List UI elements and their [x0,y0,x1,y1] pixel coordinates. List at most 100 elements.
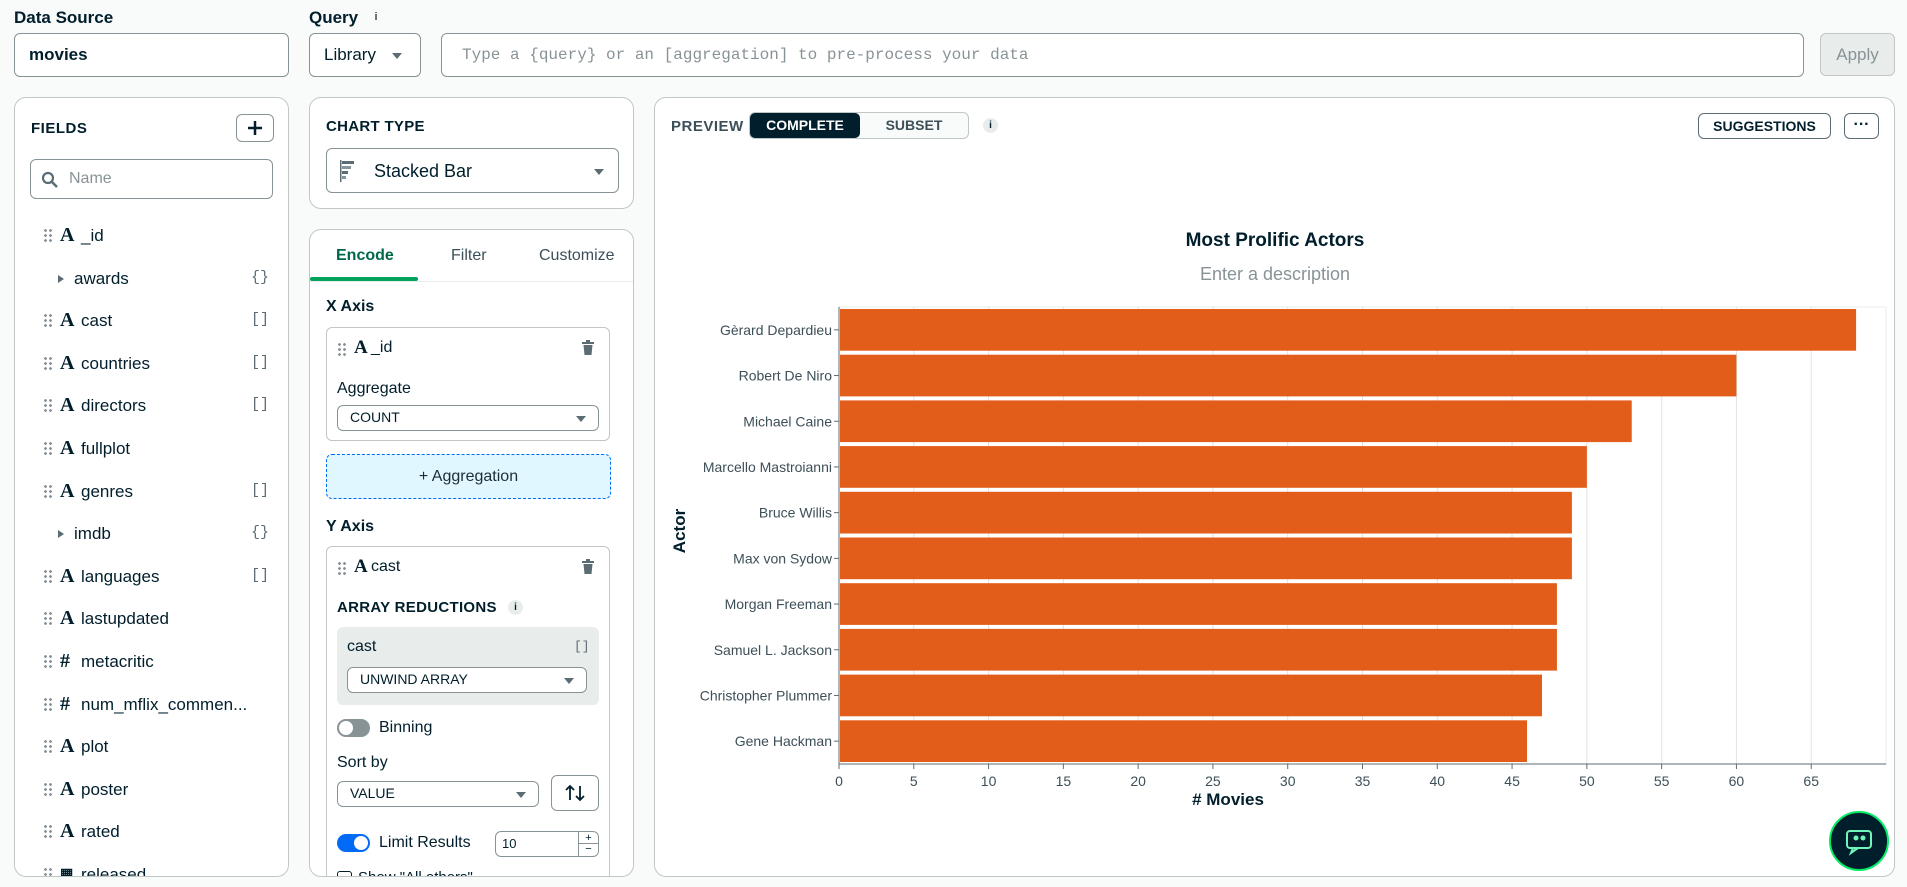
chevron-right-icon[interactable] [58,530,64,539]
drag-handle-icon[interactable] [43,654,53,670]
field-item[interactable]: Arated [15,811,285,853]
chart-description[interactable]: Enter a description [1200,264,1350,284]
library-select[interactable]: Library [309,33,421,77]
bar[interactable] [840,446,1587,488]
field-name: genres [81,481,133,501]
category-label: Gene Hackman [735,733,832,749]
drag-handle-icon[interactable] [43,611,53,628]
tab-encode[interactable]: Encode [336,247,394,265]
field-item[interactable]: Aplot [15,726,285,768]
category-label: Christopher Plummer [700,687,833,703]
aggregate-label: Aggregate [337,380,411,397]
drag-handle-icon[interactable] [43,398,53,415]
field-name: directors [81,396,147,416]
drag-handle-icon[interactable] [43,441,53,457]
string-type-icon: A [60,607,75,630]
drag-handle-icon[interactable] [43,483,53,500]
category-label: Michael Caine [743,413,832,429]
y-axis-card: A cast ARRAY REDUCTIONS i cast [] UNWIND… [326,546,610,876]
reduction-field: cast [347,638,377,655]
data-source-select[interactable]: movies [14,33,289,77]
field-item[interactable]: imdb {} [15,513,285,555]
limit-results-input[interactable]: 10 + − [495,831,599,857]
drag-handle-icon[interactable] [337,561,347,577]
drag-handle-icon[interactable] [43,696,53,713]
field-item[interactable]: # metacritic [15,641,285,683]
tab-filter[interactable]: Filter [451,247,487,265]
string-type-icon: A [60,309,75,332]
decrement-button[interactable]: − [578,844,598,856]
bar[interactable] [840,537,1572,580]
drag-handle-icon[interactable] [43,867,53,876]
field-item[interactable]: Afullplot [15,428,285,470]
chart-type-select[interactable]: Stacked Bar [326,148,619,193]
trash-icon[interactable] [581,559,595,575]
category-label: Robert De Niro [739,368,833,384]
field-tag: [] [251,481,270,499]
drag-handle-icon[interactable] [43,313,53,330]
string-type-icon: A [60,735,75,758]
drag-handle-icon[interactable] [43,781,53,798]
query-input[interactable]: Type a {query} or an [aggregation] to pr… [441,33,1804,77]
info-icon[interactable]: i [368,9,384,25]
sort-direction-button[interactable] [551,775,599,811]
library-label: Library [324,45,376,64]
bar[interactable] [840,400,1632,443]
field-item[interactable]: Agenres [] [15,471,285,513]
sort-by-select[interactable]: VALUE [337,781,539,807]
field-item[interactable]: # num_mflix_commen... [15,684,285,726]
field-search-input[interactable]: Name [30,159,273,199]
field-item[interactable]: ▦ released [15,854,285,876]
chart-type-label: CHART TYPE [326,118,425,135]
bar[interactable] [840,628,1557,671]
field-item[interactable]: Acast [] [15,300,285,342]
bar[interactable] [840,491,1572,534]
chart-type-panel: CHART TYPE Stacked Bar [309,97,634,209]
drag-handle-icon[interactable] [43,568,53,585]
field-name: countries [81,353,150,373]
field-item[interactable]: Alanguages [] [15,556,285,598]
x-tick-label: 20 [1130,773,1146,789]
field-item[interactable]: Alastupdated [15,598,285,640]
drag-handle-icon[interactable] [43,824,53,841]
field-name: _id [81,226,104,245]
field-item[interactable]: A _id [15,215,285,257]
assistant-button[interactable] [1829,811,1889,871]
trash-icon[interactable] [581,340,595,356]
field-item[interactable]: Aposter [15,769,285,811]
chevron-down-icon [392,53,402,59]
binning-toggle[interactable] [337,719,370,737]
x-tick-label: 55 [1654,773,1670,789]
aggregate-select[interactable]: COUNT [337,405,599,431]
field-item[interactable]: Acountries [] [15,343,285,385]
category-label: Bruce Willis [759,505,832,521]
bar[interactable] [840,309,1857,351]
bar[interactable] [840,720,1528,762]
bar[interactable] [840,354,1737,397]
bar[interactable] [840,674,1542,717]
search-icon [41,171,58,188]
drag-handle-icon[interactable] [43,355,53,372]
show-all-others-checkbox[interactable] [337,871,352,876]
info-icon[interactable]: i [508,600,523,615]
reduction-card: cast [] UNWIND ARRAY [337,627,599,705]
limit-results-toggle[interactable] [337,834,370,852]
category-label: Morgan Freeman [725,596,832,612]
add-field-button[interactable] [236,114,274,142]
x-tick-label: 35 [1355,773,1371,789]
x-tick-label: 50 [1579,773,1595,789]
tab-customize[interactable]: Customize [539,247,615,265]
drag-handle-icon[interactable] [43,228,53,244]
drag-handle-icon[interactable] [337,342,347,358]
drag-handle-icon[interactable] [43,739,53,756]
chart-title: Most Prolific Actors [1186,230,1365,251]
bar[interactable] [840,583,1557,625]
chevron-right-icon[interactable] [58,274,64,283]
apply-button[interactable]: Apply [1820,33,1895,76]
field-item[interactable]: awards {} [15,258,285,300]
add-aggregation-button[interactable]: + Aggregation [326,454,611,499]
field-item[interactable]: Adirectors [] [15,385,285,427]
number-type-icon: # [60,650,70,672]
chevron-down-icon [576,416,586,422]
reduction-select[interactable]: UNWIND ARRAY [347,667,587,693]
